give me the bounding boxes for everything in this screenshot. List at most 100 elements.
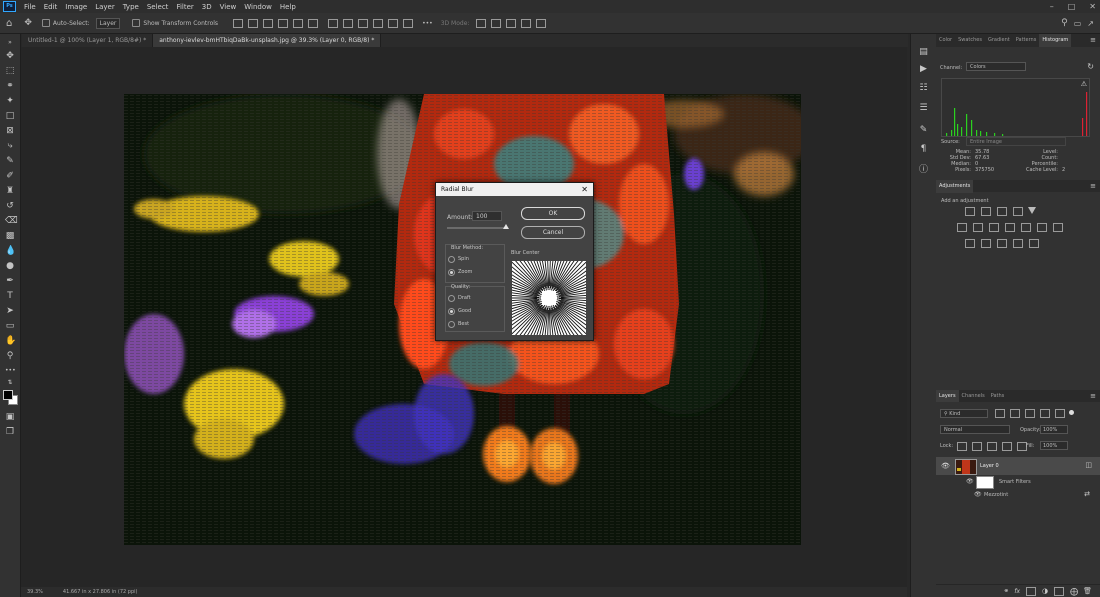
swap-colors-icon[interactable]: ⇅	[5, 378, 15, 388]
tab-gradient[interactable]: Gradient	[985, 34, 1013, 47]
pixel-filter-icon[interactable]	[995, 409, 1005, 418]
spin-radio[interactable]	[448, 256, 455, 263]
good-radio[interactable]	[448, 308, 455, 315]
align-icons[interactable]	[232, 18, 319, 28]
distribute-icons[interactable]	[327, 18, 414, 28]
minimize-icon[interactable]: –	[1050, 2, 1054, 11]
menu-3d[interactable]: 3D	[198, 3, 216, 11]
exposure-icon[interactable]	[1013, 207, 1023, 216]
tab-untitled-1[interactable]: Untitled-1 @ 100% (Layer 1, RGB/8#) *	[22, 34, 154, 47]
hand-tool-icon[interactable]: ✋	[5, 336, 16, 346]
photoshop-logo[interactable]: Ps	[3, 1, 16, 12]
clone-stamp-tool-icon[interactable]: ♜	[5, 186, 15, 196]
filter-options-icon[interactable]: ⇄	[1084, 490, 1090, 498]
maximize-icon[interactable]: □	[1068, 2, 1076, 11]
fill-input[interactable]: 100%	[1040, 441, 1068, 450]
history-icon[interactable]: ▤	[919, 48, 928, 57]
blend-mode-select[interactable]: Normal	[940, 425, 1010, 434]
layer-filter-kind-select[interactable]: ⚲ Kind	[940, 409, 988, 418]
shape-filter-icon[interactable]	[1040, 409, 1050, 418]
eraser-tool-icon[interactable]: ⌫	[5, 216, 18, 226]
warning-icon[interactable]: ⚠	[1081, 80, 1087, 88]
opacity-input[interactable]: 100%	[1040, 425, 1068, 434]
panel-menu-icon[interactable]: ≡	[1090, 390, 1096, 402]
brightness-contrast-icon[interactable]	[965, 207, 975, 216]
invert-icon[interactable]	[965, 239, 975, 248]
new-group-icon[interactable]	[1054, 586, 1065, 596]
tab-layers[interactable]: Layers	[936, 390, 959, 402]
info-icon[interactable]: ⓘ	[919, 166, 928, 175]
collapse-icon[interactable]: »	[5, 38, 15, 48]
panel-menu-icon[interactable]: ≡	[1090, 34, 1096, 47]
eyedropper-tool-icon[interactable]: ⤷	[5, 141, 15, 151]
lasso-tool-icon[interactable]: ⚭	[5, 81, 15, 91]
home-icon[interactable]: ⌂	[6, 18, 12, 29]
amount-slider-thumb[interactable]	[503, 224, 509, 229]
black-white-icon[interactable]	[1005, 223, 1015, 232]
healing-brush-tool-icon[interactable]: ✎	[5, 156, 15, 166]
more-tools-icon[interactable]: •••	[5, 366, 16, 376]
blur-center-preview[interactable]	[512, 261, 586, 335]
move-tool-icon[interactable]: ✥	[5, 51, 15, 61]
ok-button[interactable]: OK	[521, 207, 585, 220]
menu-type[interactable]: Type	[119, 3, 143, 11]
amount-slider-track[interactable]	[447, 227, 506, 229]
screen-mode-icon[interactable]: ❐	[5, 427, 15, 437]
brush-tool-icon[interactable]: ✐	[5, 171, 15, 181]
adjustment-filter-icon[interactable]	[1010, 409, 1020, 418]
layer-row-layer-0[interactable]: 👁 Layer 0 ◫	[936, 457, 1100, 475]
tab-paths[interactable]: Paths	[988, 390, 1008, 402]
show-transform-checkbox[interactable]: Show Transform Controls	[132, 19, 218, 27]
selective-color-icon[interactable]	[1029, 239, 1039, 248]
smart-filters-row[interactable]: 👁 Smart Filters	[936, 475, 1100, 489]
gradient-tool-icon[interactable]: ▩	[5, 231, 15, 241]
layer-select-dropdown[interactable]: Layer	[95, 17, 121, 29]
source-select[interactable]: Entire Image	[966, 137, 1066, 146]
more-options-icon[interactable]: •••	[422, 20, 433, 27]
hue-saturation-icon[interactable]	[973, 223, 983, 232]
crop-tool-icon[interactable]: □	[5, 111, 15, 121]
zoom-radio[interactable]	[448, 269, 455, 276]
visibility-eye-icon[interactable]: 👁	[941, 462, 950, 470]
new-layer-icon[interactable]: ⨁	[1070, 587, 1078, 596]
tab-patterns[interactable]: Patterns	[1013, 34, 1040, 47]
menu-filter[interactable]: Filter	[172, 3, 197, 11]
filter-eye-icon[interactable]: 👁	[974, 491, 982, 498]
channel-mixer-icon[interactable]	[1037, 223, 1047, 232]
posterize-icon[interactable]	[981, 239, 991, 248]
delete-layer-icon[interactable]: 🗑	[1083, 587, 1092, 595]
type-filter-icon[interactable]	[1025, 409, 1035, 418]
amount-input[interactable]: 100	[472, 211, 502, 221]
lock-artboard-icon[interactable]	[1002, 442, 1012, 451]
channel-select[interactable]: Colors	[966, 62, 1026, 71]
frame-tool-icon[interactable]: ⊠	[5, 126, 15, 136]
threshold-icon[interactable]	[997, 239, 1007, 248]
tab-adjustments[interactable]: Adjustments	[936, 180, 974, 193]
paragraph-icon[interactable]: ¶	[919, 145, 928, 154]
tab-histogram[interactable]: Histogram	[1039, 34, 1072, 47]
new-adjustment-icon[interactable]: ◑	[1042, 587, 1048, 595]
tab-unsplash-photo[interactable]: anthony-ievlev-bmHTbiqDaBk-unsplash.jpg …	[153, 34, 382, 47]
magic-wand-tool-icon[interactable]: ✦	[5, 96, 15, 106]
actions-play-icon[interactable]: ▶	[919, 65, 928, 74]
add-mask-icon[interactable]	[1026, 586, 1036, 596]
pen-tool-icon[interactable]: ✒	[5, 276, 15, 286]
path-selection-tool-icon[interactable]: ➤	[5, 306, 15, 316]
libraries-icon[interactable]: ☷	[919, 84, 928, 93]
lock-transparent-icon[interactable]	[957, 442, 967, 451]
best-radio[interactable]	[448, 321, 455, 328]
menu-view[interactable]: View	[216, 3, 241, 11]
draft-radio[interactable]	[448, 295, 455, 302]
menu-layer[interactable]: Layer	[91, 3, 119, 11]
auto-select-checkbox[interactable]: Auto-Select:	[41, 19, 90, 27]
link-layers-icon[interactable]: ⚭	[1003, 587, 1009, 595]
close-icon[interactable]: ✕	[1089, 2, 1096, 11]
history-brush-tool-icon[interactable]: ↺	[5, 201, 15, 211]
filter-row-mezzotint[interactable]: 👁 Mezzotint ⇄	[936, 489, 1100, 501]
blur-tool-icon[interactable]: 💧	[5, 246, 16, 256]
cancel-button[interactable]: Cancel	[521, 226, 585, 239]
filter-toggle-icon[interactable]	[1069, 410, 1074, 415]
add-style-icon[interactable]: fx	[1014, 588, 1020, 595]
smart-object-filter-icon[interactable]	[1055, 409, 1065, 418]
menu-image[interactable]: Image	[61, 3, 91, 11]
